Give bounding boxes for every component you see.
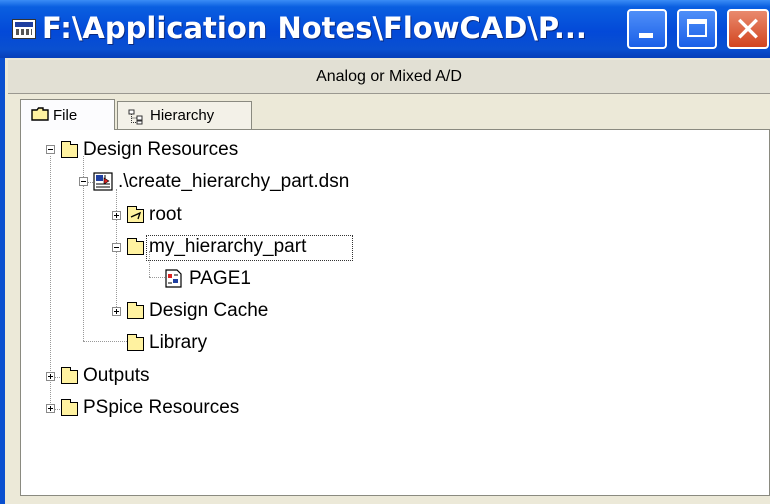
tab-hierarchy[interactable]: Hierarchy [117, 101, 252, 129]
folder-icon [61, 367, 78, 384]
tree-item-label: my_hierarchy_part [149, 236, 307, 257]
folder-icon [127, 302, 144, 319]
title-bar[interactable]: F:\Application Notes\FlowCAD\P... ✕ [0, 0, 770, 58]
hierarchy-icon [128, 109, 143, 125]
design-file-icon [93, 172, 113, 191]
tree-item-label: Outputs [83, 365, 150, 386]
header-text: Analog or Mixed A/D [316, 68, 462, 85]
tree-item-page1[interactable]: PAGE1 [165, 267, 365, 291]
expand-icon[interactable] [112, 307, 121, 316]
tree-item-label: PSpice Resources [83, 397, 240, 418]
tree-item-label: .\create_hierarchy_part.dsn [118, 171, 350, 192]
maximize-button[interactable] [677, 9, 717, 49]
root-marker-icon [130, 211, 142, 220]
header-bar: Analog or Mixed A/D [8, 60, 770, 94]
tree-item-label: root [149, 204, 182, 225]
tree-item-root[interactable]: root [111, 203, 311, 227]
expand-icon[interactable] [46, 404, 55, 413]
tree-item-outputs[interactable]: Outputs [45, 364, 245, 388]
folder-icon [61, 399, 78, 416]
tree-item-design-cache[interactable]: Design Cache [111, 299, 371, 323]
folder-icon [127, 238, 144, 255]
tree-item-my-hierarchy-part[interactable]: my_hierarchy_part [111, 235, 411, 261]
tree-line [149, 277, 165, 278]
expand-icon[interactable] [112, 211, 121, 220]
folder-icon [61, 141, 78, 158]
window-title: F:\Application Notes\FlowCAD\P... [42, 11, 587, 45]
schematic-page-icon [165, 269, 182, 288]
tree-item-label: Design Cache [149, 300, 269, 321]
minimize-button[interactable] [627, 9, 667, 49]
close-icon: ✕ [733, 10, 763, 50]
folder-icon [127, 334, 144, 351]
project-tree[interactable]: Design Resources .\create_hierarchy_part… [20, 129, 770, 496]
close-button[interactable]: ✕ [727, 9, 769, 49]
tab-hierarchy-label: Hierarchy [150, 107, 215, 124]
window-border [0, 58, 5, 504]
tree-item-label: Library [149, 332, 208, 353]
collapse-icon[interactable] [46, 145, 55, 154]
tree-item-dsn-file[interactable]: .\create_hierarchy_part.dsn [78, 170, 438, 194]
collapse-icon[interactable] [112, 243, 121, 252]
expand-icon[interactable] [46, 372, 55, 381]
folder-icon [31, 107, 49, 121]
tree-item-label: PAGE1 [189, 268, 251, 289]
project-manager-window: F:\Application Notes\FlowCAD\P... ✕ Anal… [0, 0, 770, 504]
tree-item-design-resources[interactable]: Design Resources [45, 138, 345, 162]
project-window-icon[interactable] [12, 19, 36, 39]
tab-file-label: File [53, 107, 78, 124]
collapse-icon[interactable] [79, 177, 88, 186]
tree-item-label: Design Resources [83, 139, 239, 160]
minimize-icon [639, 33, 653, 38]
tree-item-pspice-resources[interactable]: PSpice Resources [45, 396, 365, 420]
tab-file[interactable]: File [20, 99, 115, 130]
maximize-icon [687, 19, 707, 37]
tree-item-library[interactable]: Library [111, 331, 311, 355]
window-bottom-edge [8, 496, 770, 504]
